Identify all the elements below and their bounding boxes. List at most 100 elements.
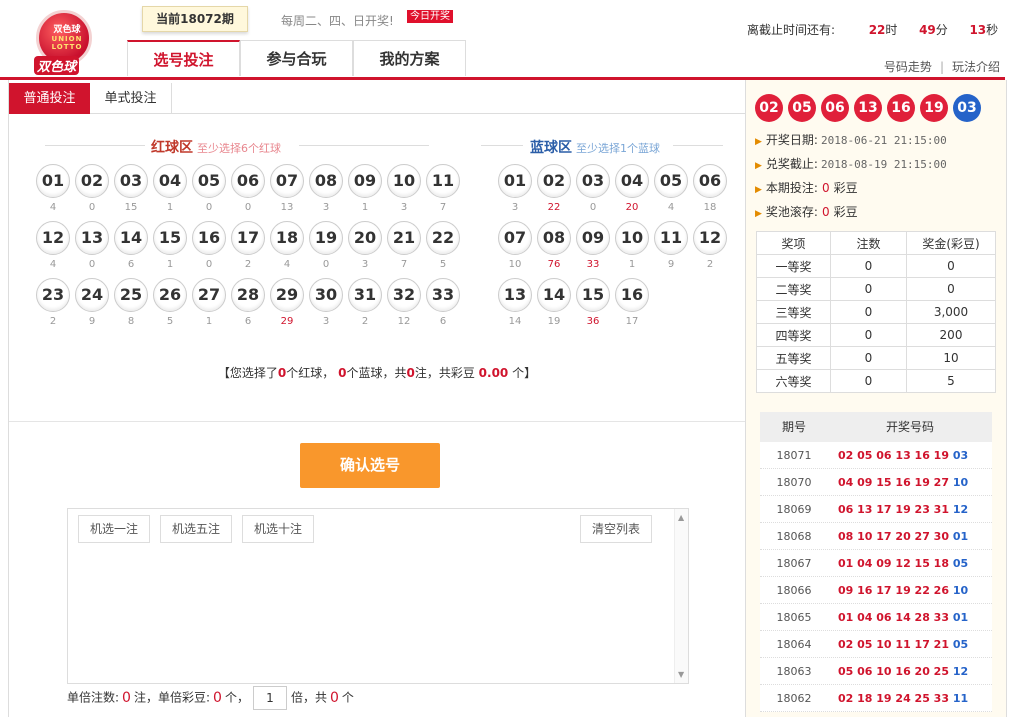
single-bets-label: 单倍注数: [67, 690, 120, 705]
blue-ball-01[interactable]: 01 [498, 164, 532, 198]
prize-level: 二等奖 [756, 277, 831, 301]
blue-ball-miss-count: 1 [628, 259, 636, 270]
red-ball-31[interactable]: 31 [348, 278, 382, 312]
red-ball-10[interactable]: 10 [387, 164, 421, 198]
red-ball-32[interactable]: 32 [387, 278, 421, 312]
countdown-seconds: 13 [969, 23, 987, 37]
red-ball-miss-count: 6 [439, 316, 447, 327]
red-ball-12[interactable]: 12 [36, 221, 70, 255]
blue-ball-06[interactable]: 06 [693, 164, 727, 198]
countdown: 离截止时间还有: 22时 49分 13秒 [747, 21, 998, 38]
blue-ball-miss-count: 9 [667, 259, 675, 270]
red-ball-14[interactable]: 14 [114, 221, 148, 255]
tab-normal-bet[interactable]: 普通投注 [9, 83, 90, 114]
draw-red-ball: 06 [821, 94, 849, 122]
red-ball-27[interactable]: 27 [192, 278, 226, 312]
multiplier-input[interactable]: 1 [252, 686, 287, 710]
red-ball-23[interactable]: 23 [36, 278, 70, 312]
red-ball-miss-count: 4 [49, 259, 57, 270]
blue-ball-15[interactable]: 15 [576, 278, 610, 312]
red-ball-02[interactable]: 02 [75, 164, 109, 198]
blue-ball-08[interactable]: 08 [537, 221, 571, 255]
red-ball-miss-count: 0 [88, 202, 96, 213]
countdown-hours: 22 [868, 23, 886, 37]
blue-ball-16[interactable]: 16 [615, 278, 649, 312]
bet-footer: 单倍注数: 0 注，单倍彩豆: 0 个， 1 倍，共 0 个 [67, 686, 354, 710]
red-ball-01[interactable]: 01 [36, 164, 70, 198]
red-ball-04[interactable]: 04 [153, 164, 187, 198]
blue-ball-10[interactable]: 10 [615, 221, 649, 255]
prize-level: 一等奖 [756, 254, 831, 278]
random-one-button[interactable]: 机选一注 [78, 515, 150, 543]
random-ten-button[interactable]: 机选十注 [242, 515, 314, 543]
red-ball-29[interactable]: 29 [270, 278, 304, 312]
clear-list-button[interactable]: 清空列表 [580, 515, 652, 543]
scroll-down-icon[interactable]: ▼ [678, 670, 684, 679]
blue-ball-miss-count: 2 [706, 259, 714, 270]
blue-ball-03[interactable]: 03 [576, 164, 610, 198]
current-bets-value: 0 [821, 181, 830, 195]
history-red-numbers: 08 10 17 20 27 30 [838, 530, 949, 543]
countdown-label: 离截止时间还有: [747, 23, 836, 37]
red-ball-miss-count: 1 [166, 259, 174, 270]
blue-ball-11[interactable]: 11 [654, 221, 688, 255]
red-ball-17[interactable]: 17 [231, 221, 265, 255]
red-ball-28[interactable]: 28 [231, 278, 265, 312]
random-five-button[interactable]: 机选五注 [160, 515, 232, 543]
red-ball-06[interactable]: 06 [231, 164, 265, 198]
red-ball-miss-count: 3 [400, 202, 408, 213]
history-red-numbers: 01 04 09 12 15 18 [838, 557, 949, 570]
red-ball-11[interactable]: 11 [426, 164, 460, 198]
history-blue-number: 05 [952, 638, 969, 651]
tab-single-bet[interactable]: 单式投注 [90, 83, 172, 114]
red-ball-07[interactable]: 07 [270, 164, 304, 198]
link-rules[interactable]: 玩法介绍 [952, 60, 1000, 74]
blue-ball-12[interactable]: 12 [693, 221, 727, 255]
red-ball-33[interactable]: 33 [426, 278, 460, 312]
red-ball-15[interactable]: 15 [153, 221, 187, 255]
red-ball-21[interactable]: 21 [387, 221, 421, 255]
red-ball-13[interactable]: 13 [75, 221, 109, 255]
red-ball-16[interactable]: 16 [192, 221, 226, 255]
red-ball-09[interactable]: 09 [348, 164, 382, 198]
red-ball-miss-count: 15 [124, 202, 138, 213]
blue-ball-05[interactable]: 05 [654, 164, 688, 198]
red-ball-19[interactable]: 19 [309, 221, 343, 255]
blue-ball-miss-count: 17 [625, 316, 639, 327]
scroll-up-icon[interactable]: ▲ [678, 513, 684, 522]
confirm-selection-button[interactable]: 确认选号 [300, 443, 440, 488]
history-row: 18068 08 10 17 20 27 30 01 [760, 523, 992, 550]
blue-ball-miss-count: 4 [667, 202, 675, 213]
history-row: 18062 02 18 19 24 25 33 11 [760, 685, 992, 712]
bet-list-box[interactable]: 机选一注 机选五注 机选十注 清空列表 ▲ ▼ [67, 508, 689, 684]
blue-ball-09[interactable]: 09 [576, 221, 610, 255]
blue-ball-13[interactable]: 13 [498, 278, 532, 312]
red-ball-22[interactable]: 22 [426, 221, 460, 255]
red-ball-03[interactable]: 03 [114, 164, 148, 198]
blue-ball-04[interactable]: 04 [615, 164, 649, 198]
red-ball-25[interactable]: 25 [114, 278, 148, 312]
summary-text-3: 注，共彩豆 [414, 366, 475, 380]
prize-level: 六等奖 [756, 369, 831, 393]
red-ball-24[interactable]: 24 [75, 278, 109, 312]
list-scrollbar[interactable]: ▲ ▼ [674, 509, 688, 683]
tab-my-plans[interactable]: 我的方案 [353, 40, 466, 76]
blue-ball-02[interactable]: 02 [537, 164, 571, 198]
red-ball-26[interactable]: 26 [153, 278, 187, 312]
blue-ball-14[interactable]: 14 [537, 278, 571, 312]
red-ball-20[interactable]: 20 [348, 221, 382, 255]
claim-date-value: 2018-08-19 21:15:00 [820, 158, 947, 171]
red-ball-30[interactable]: 30 [309, 278, 343, 312]
prize-count: 0 [830, 346, 907, 370]
logo: 双色球 UNION LOTTO 双色球 [30, 10, 100, 76]
link-number-trend[interactable]: 号码走势 [884, 60, 932, 74]
red-ball-05[interactable]: 05 [192, 164, 226, 198]
red-ball-miss-count: 0 [205, 259, 213, 270]
red-ball-18[interactable]: 18 [270, 221, 304, 255]
blue-ball-07[interactable]: 07 [498, 221, 532, 255]
red-ball-08[interactable]: 08 [309, 164, 343, 198]
tab-group-play[interactable]: 参与合玩 [240, 40, 353, 76]
history-header-numbers: 开奖号码 [885, 420, 934, 434]
tab-pick-numbers[interactable]: 选号投注 [127, 40, 240, 76]
prize-count: 0 [830, 300, 907, 324]
